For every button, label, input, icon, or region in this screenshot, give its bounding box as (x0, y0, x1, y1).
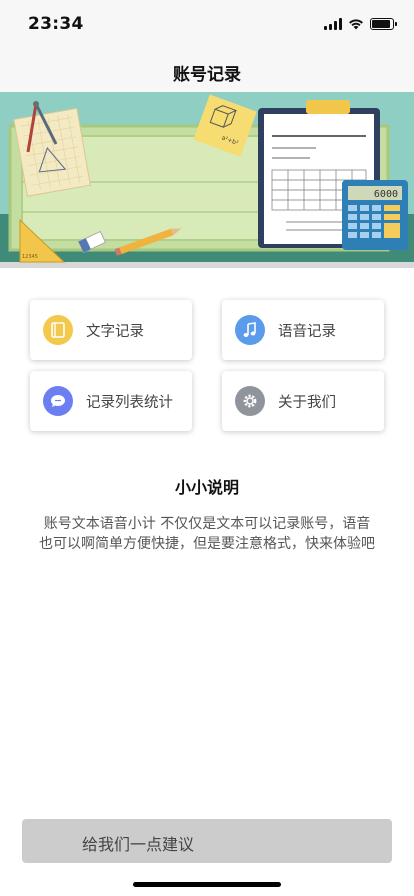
battery-icon (370, 18, 397, 30)
note-body: 账号文本语音小计 不仅仅是文本可以记录账号，语音也可以啊简单方便快捷，但是要注意… (39, 516, 375, 552)
calculator-display: 6000 (374, 189, 398, 200)
gear-icon (235, 386, 265, 416)
suggestion-button-label: 给我们一点建议 (82, 835, 195, 854)
menu-item-label: 关于我们 (278, 394, 336, 411)
about-us-button[interactable]: 关于我们 (222, 371, 384, 431)
status-time: 23:34 (28, 14, 84, 34)
status-bar: 23:34 (0, 0, 414, 48)
note-title: 小小说明 (174, 478, 239, 497)
nav-bar: 账号记录 (0, 48, 414, 92)
notebook-icon (43, 315, 73, 345)
voice-record-button[interactable]: 语音记录 (222, 300, 384, 360)
chat-bubble-icon (43, 386, 73, 416)
menu-item-label: 文字记录 (86, 323, 144, 340)
status-icons (324, 17, 397, 31)
banner-image: a²+b² 12345 6000 (0, 92, 414, 268)
menu-item-label: 记录列表统计 (86, 394, 173, 411)
wifi-icon (349, 19, 363, 30)
page-title: 账号记录 (173, 65, 241, 85)
record-list-stats-button[interactable]: 记录列表统计 (30, 371, 192, 431)
text-record-button[interactable]: 文字记录 (30, 300, 192, 360)
suggestion-button[interactable]: 给我们一点建议 (22, 819, 392, 863)
home-indicator (133, 882, 281, 887)
battery-level (372, 20, 390, 28)
triangle-ruler-marks: 12345 (22, 254, 38, 260)
music-note-icon (235, 315, 265, 345)
calculator-icon: 6000 (342, 180, 408, 250)
cellular-signal-icon (324, 18, 342, 30)
menu-item-label: 语音记录 (278, 323, 336, 340)
